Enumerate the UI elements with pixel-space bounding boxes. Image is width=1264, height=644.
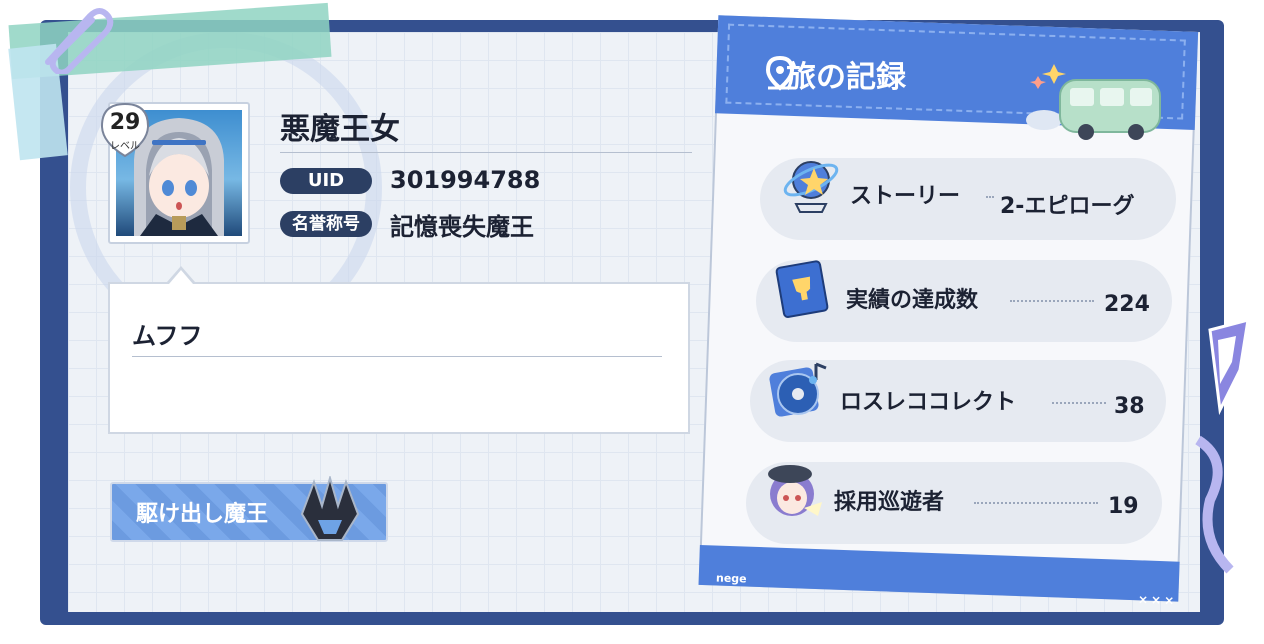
van-icon bbox=[1026, 64, 1161, 140]
collection-dots bbox=[1052, 402, 1106, 406]
player-name: 悪魔王女 bbox=[280, 112, 400, 147]
uid-label: UID bbox=[280, 168, 372, 194]
uid-value[interactable]: 301994788 bbox=[390, 166, 540, 194]
achievements-value: 224 bbox=[1104, 292, 1150, 317]
crown-emblem-icon bbox=[300, 476, 360, 541]
comment-bubble[interactable] bbox=[108, 282, 690, 434]
story-dots bbox=[986, 196, 994, 200]
bubble-tail-inner bbox=[169, 270, 193, 284]
achievements-dots bbox=[1010, 300, 1094, 304]
comment-divider bbox=[132, 356, 662, 357]
profile-card-screen: 29 レベル 悪魔王女 UID 301994788 名誉称号 記憶喪失魔王 ムフ… bbox=[0, 0, 1264, 644]
honor-title-label: 名誉称号 bbox=[280, 211, 372, 237]
collection-value: 38 bbox=[1114, 394, 1145, 419]
story-label: ストーリー bbox=[850, 184, 961, 209]
name-divider bbox=[280, 152, 692, 153]
music-disc-icon bbox=[769, 362, 827, 417]
achievements-label: 実績の達成数 bbox=[846, 288, 979, 313]
achievement-book-icon bbox=[775, 260, 829, 318]
comment-text: ムフフ bbox=[132, 322, 203, 350]
brand-mark: nege bbox=[715, 571, 747, 586]
footer-marks: ××× bbox=[1137, 592, 1178, 608]
story-orbit-icon bbox=[783, 161, 839, 213]
level-number: 29 bbox=[109, 110, 141, 135]
collection-label: ロスレココレクト bbox=[840, 390, 1017, 415]
travel-record-title: 旅の記録 bbox=[786, 60, 906, 95]
level-label: レベル bbox=[110, 141, 140, 152]
sparkle-decoration-icon bbox=[1195, 317, 1250, 574]
recruits-dots bbox=[974, 502, 1098, 506]
recruits-value: 19 bbox=[1108, 494, 1139, 519]
story-value: 2-エピローグ bbox=[1000, 194, 1135, 219]
honor-title-value: 記憶喪失魔王 bbox=[390, 213, 534, 241]
rank-badge-label: 駆け出し魔王 bbox=[136, 502, 269, 527]
recruits-label: 採用巡遊者 bbox=[834, 490, 945, 515]
paperclip-icon bbox=[45, 8, 114, 74]
character-portrait-icon bbox=[768, 465, 822, 516]
